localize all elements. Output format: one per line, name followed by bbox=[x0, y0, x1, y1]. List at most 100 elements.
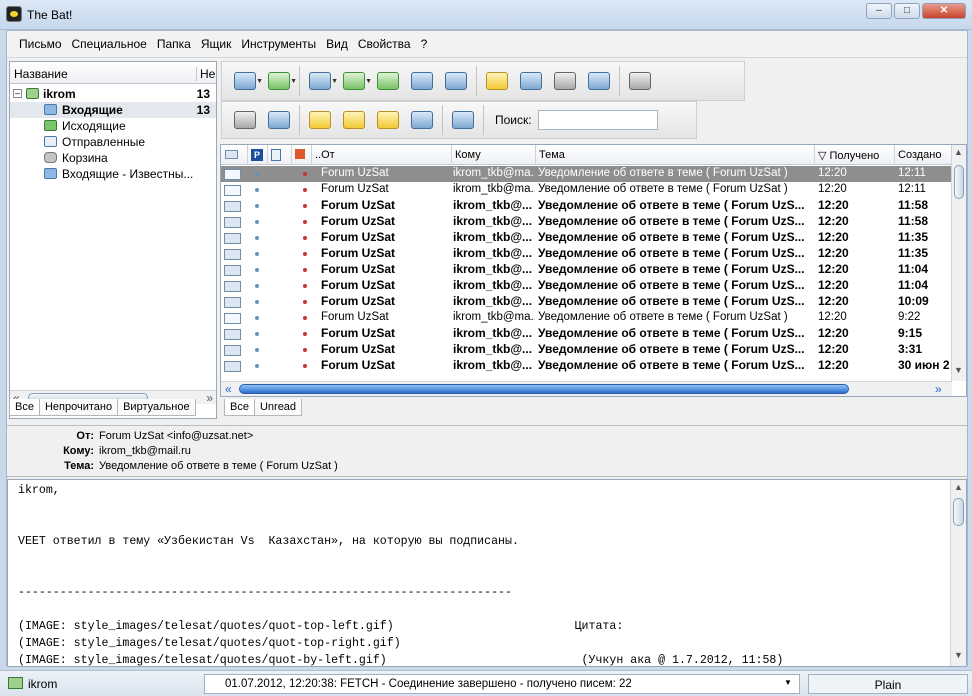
column-status-icon[interactable] bbox=[221, 145, 243, 165]
folder-sent[interactable]: Отправленные bbox=[10, 134, 216, 150]
message-subject: Уведомление об ответе в теме ( Forum UzS… bbox=[538, 326, 805, 340]
message-subject: Уведомление об ответе в теме ( Forum UzS… bbox=[538, 342, 805, 356]
column-flag-icon[interactable] bbox=[291, 145, 311, 165]
message-received: 12:20 bbox=[818, 311, 847, 323]
message-row[interactable]: Forum UzSat ikrom_tkb@... Уведомление об о… bbox=[221, 278, 952, 294]
message-row[interactable]: Forum UzSat ikrom_tkb@... Уведомление об о… bbox=[221, 342, 952, 358]
flag-dot-icon bbox=[303, 364, 307, 368]
column-from[interactable]: ..От bbox=[311, 145, 451, 165]
find-button[interactable] bbox=[514, 66, 548, 96]
message-row[interactable]: Forum UzSat ikrom_tkb@ma... Уведомление об… bbox=[221, 166, 952, 182]
message-body-scrollbar[interactable]: ▲ ▼ bbox=[950, 480, 966, 666]
unread-envelope-icon bbox=[224, 329, 241, 340]
new-folder-button[interactable] bbox=[337, 105, 371, 135]
tab-all[interactable]: Все bbox=[224, 399, 255, 416]
menu-tools[interactable]: Инструменты bbox=[241, 37, 316, 51]
menu-properties[interactable]: Свойства bbox=[358, 37, 411, 51]
message-body-pane[interactable]: ikrom, VEET ответил в тему «Узбекистан Vs… bbox=[7, 479, 967, 667]
get-mail-button[interactable]: ▼ bbox=[228, 66, 263, 96]
status-mode[interactable]: Plain bbox=[808, 674, 968, 694]
to-value[interactable]: ikrom_tkb@mail.ru bbox=[99, 445, 191, 457]
message-received: 12:20 bbox=[818, 214, 849, 228]
chevron-down-icon[interactable]: ▼ bbox=[784, 678, 792, 687]
column-subject[interactable]: Тема bbox=[535, 145, 814, 165]
folder-properties-icon bbox=[377, 111, 399, 129]
column-received[interactable]: ▽ Получено bbox=[814, 145, 894, 165]
settings-icon bbox=[452, 111, 474, 129]
filters-button[interactable] bbox=[405, 105, 439, 135]
main-window: Письмо Специальное Папка Ящик Инструмент… bbox=[6, 30, 968, 667]
message-created: 12:11 bbox=[898, 167, 926, 179]
tab-all[interactable]: Все bbox=[9, 399, 40, 416]
message-row[interactable]: Forum UzSat ikrom_tkb@... Уведомление об о… bbox=[221, 214, 952, 230]
priority-dot-icon bbox=[255, 284, 259, 288]
tab-unread[interactable]: Unread bbox=[253, 399, 303, 416]
message-row[interactable]: Forum UzSat ikrom_tkb@ma... Уведомление об… bbox=[221, 182, 952, 198]
scroll-down-icon[interactable]: ▼ bbox=[954, 650, 963, 660]
message-row[interactable]: Forum UzSat ikrom_tkb@... Уведомление об о… bbox=[221, 262, 952, 278]
delete-button[interactable] bbox=[623, 66, 657, 96]
column-created[interactable]: Создано bbox=[894, 145, 952, 165]
message-template-button[interactable] bbox=[228, 105, 262, 135]
folder-properties-button[interactable] bbox=[371, 105, 405, 135]
new-message-button[interactable]: ▼ bbox=[303, 66, 338, 96]
collapse-icon[interactable]: – bbox=[13, 89, 22, 98]
column-unread[interactable]: Неп bbox=[196, 67, 216, 81]
settings-button[interactable] bbox=[446, 105, 480, 135]
message-row[interactable]: Forum UzSat ikrom_tkb@... Уведомление об о… bbox=[221, 358, 952, 374]
maximize-button[interactable]: □ bbox=[894, 3, 920, 19]
column-to[interactable]: Кому bbox=[451, 145, 535, 165]
from-label: От: bbox=[76, 430, 94, 442]
folder-inbox-known[interactable]: Входящие - Известны... bbox=[10, 166, 216, 182]
scroll-right-icon[interactable]: » bbox=[206, 391, 213, 405]
menu-letter[interactable]: Письмо bbox=[19, 37, 62, 51]
forward-button[interactable] bbox=[405, 66, 439, 96]
address-book-button[interactable] bbox=[480, 66, 514, 96]
save-button[interactable] bbox=[582, 66, 616, 96]
message-row[interactable]: Forum UzSat ikrom_tkb@... Уведомление об о… bbox=[221, 230, 952, 246]
menu-help[interactable]: ? bbox=[421, 37, 428, 51]
message-row[interactable]: Forum UzSat ikrom_tkb@ma... Уведомление об… bbox=[221, 310, 952, 326]
scroll-right-icon[interactable]: » bbox=[935, 382, 942, 396]
message-row[interactable]: Forum UzSat ikrom_tkb@... Уведомление об о… bbox=[221, 326, 952, 342]
message-list-horizontal-scrollbar[interactable]: « » bbox=[221, 381, 952, 396]
message-row[interactable]: Forum UzSat ikrom_tkb@... Уведомление об о… bbox=[221, 294, 952, 310]
scroll-thumb[interactable] bbox=[239, 384, 849, 394]
menu-special[interactable]: Специальное bbox=[72, 37, 147, 51]
scroll-thumb[interactable] bbox=[954, 165, 964, 199]
tab-virtual[interactable]: Виртуальное bbox=[117, 399, 196, 416]
folder-tree-header: Название Неп bbox=[10, 62, 216, 84]
scheduler-button[interactable] bbox=[262, 105, 296, 135]
folder-outbox[interactable]: Исходящие bbox=[10, 118, 216, 134]
message-row[interactable]: Forum UzSat ikrom_tkb@... Уведомление об о… bbox=[221, 246, 952, 262]
scroll-up-icon[interactable]: ▲ bbox=[954, 482, 963, 492]
redirect-button[interactable] bbox=[439, 66, 473, 96]
folder-lock-button[interactable] bbox=[303, 105, 337, 135]
reply-all-button[interactable] bbox=[371, 66, 405, 96]
minimize-button[interactable]: – bbox=[866, 3, 892, 19]
scroll-left-icon[interactable]: « bbox=[225, 382, 232, 396]
print-button[interactable] bbox=[548, 66, 582, 96]
scroll-thumb[interactable] bbox=[953, 498, 964, 526]
message-row[interactable]: Forum UzSat ikrom_tkb@... Уведомление об о… bbox=[221, 198, 952, 214]
tab-unread[interactable]: Непрочитано bbox=[38, 399, 119, 416]
column-name[interactable]: Название bbox=[14, 67, 68, 81]
search-input[interactable] bbox=[537, 110, 658, 130]
message-list-vertical-scrollbar[interactable]: ▲ ▼ bbox=[951, 145, 966, 381]
scroll-down-icon[interactable]: ▼ bbox=[954, 365, 963, 375]
account-row[interactable]: – ikrom 13 bbox=[10, 86, 216, 102]
menu-view[interactable]: Вид bbox=[326, 37, 348, 51]
folder-trash[interactable]: Корзина bbox=[10, 150, 216, 166]
priority-dot-icon bbox=[255, 268, 259, 272]
menu-folder[interactable]: Папка bbox=[157, 37, 191, 51]
folder-inbox[interactable]: Входящие 13 bbox=[10, 102, 216, 118]
close-button[interactable]: ✕ bbox=[922, 3, 966, 19]
status-log-dropdown[interactable]: 01.07.2012, 12:20:38: FETCH - Соединение… bbox=[204, 674, 800, 694]
menu-account[interactable]: Ящик bbox=[201, 37, 232, 51]
column-attachment-icon[interactable] bbox=[267, 145, 291, 165]
reply-button[interactable]: ▼ bbox=[337, 66, 372, 96]
column-priority-icon[interactable]: P bbox=[247, 145, 267, 165]
send-queue-button[interactable]: ▼ bbox=[262, 66, 297, 96]
from-value[interactable]: Forum UzSat <info@uzsat.net> bbox=[99, 430, 253, 442]
scroll-up-icon[interactable]: ▲ bbox=[954, 147, 963, 157]
